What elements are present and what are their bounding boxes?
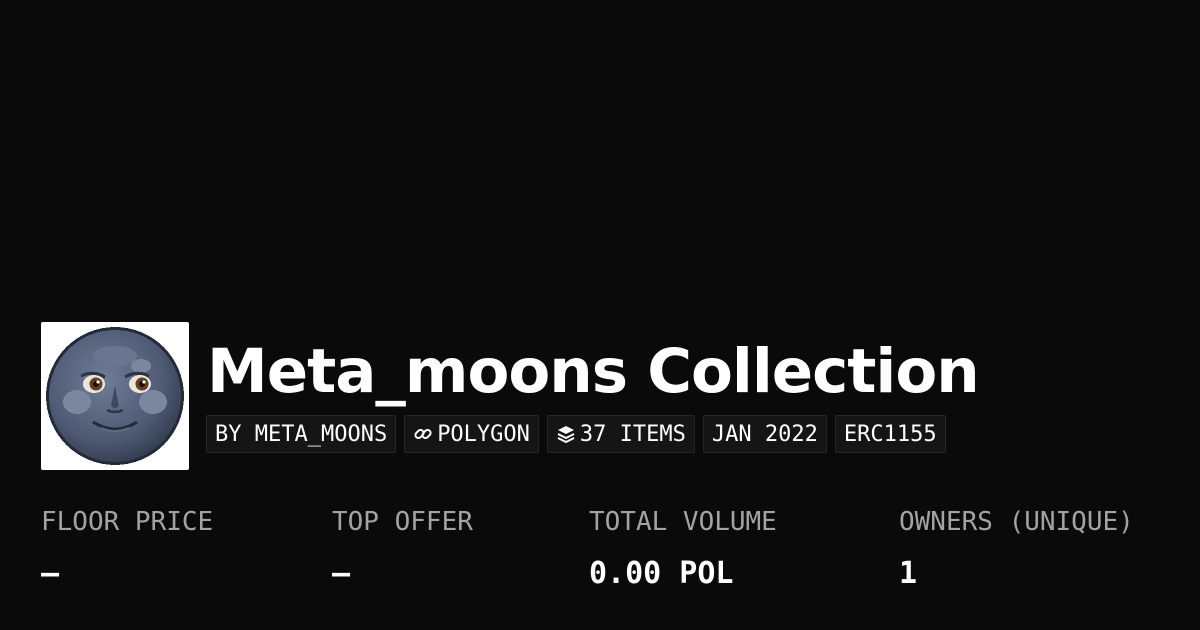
layers-icon	[556, 424, 576, 444]
stat-label: TOTAL VOLUME	[589, 507, 777, 537]
stat-value: –	[41, 556, 60, 591]
stat-floor-price: FLOOR PRICE –	[41, 506, 213, 592]
stat-total-volume: TOTAL VOLUME 0.00 POL	[589, 506, 777, 592]
date-badge: JAN 2022	[702, 415, 827, 453]
stat-value: 0.00 POL	[589, 556, 734, 591]
stat-owners: OWNERS (UNIQUE) 1	[899, 506, 1134, 592]
items-badge[interactable]: 37 ITEMS	[546, 415, 695, 453]
date-badge-label: JAN 2022	[711, 421, 818, 447]
stat-label: OWNERS (UNIQUE)	[899, 507, 1134, 537]
full-moon-face-icon	[46, 327, 184, 465]
standard-badge: ERC1155	[834, 415, 946, 453]
collection-title: Meta_moons Collection	[207, 336, 980, 407]
chain-badge[interactable]: POLYGON	[404, 415, 539, 453]
stat-top-offer: TOP OFFER –	[332, 506, 473, 592]
standard-badge-label: ERC1155	[843, 421, 937, 447]
creator-badge[interactable]: BY META_MOONS	[206, 415, 397, 453]
stat-value: 1	[899, 556, 918, 591]
chain-link-icon	[413, 424, 433, 444]
chain-badge-label: POLYGON	[437, 421, 530, 447]
stat-value: –	[332, 556, 351, 591]
creator-badge-label: BY META_MOONS	[215, 421, 388, 447]
collection-avatar	[41, 322, 189, 470]
stat-label: FLOOR PRICE	[41, 507, 214, 537]
items-badge-label: 37 ITEMS	[579, 421, 686, 447]
stat-label: TOP OFFER	[332, 507, 473, 537]
collection-card: Meta_moons Collection BY META_MOONS POLY…	[0, 0, 1200, 630]
badge-row: BY META_MOONS POLYGON 37 ITEMS JAN 2022 …	[206, 415, 946, 453]
